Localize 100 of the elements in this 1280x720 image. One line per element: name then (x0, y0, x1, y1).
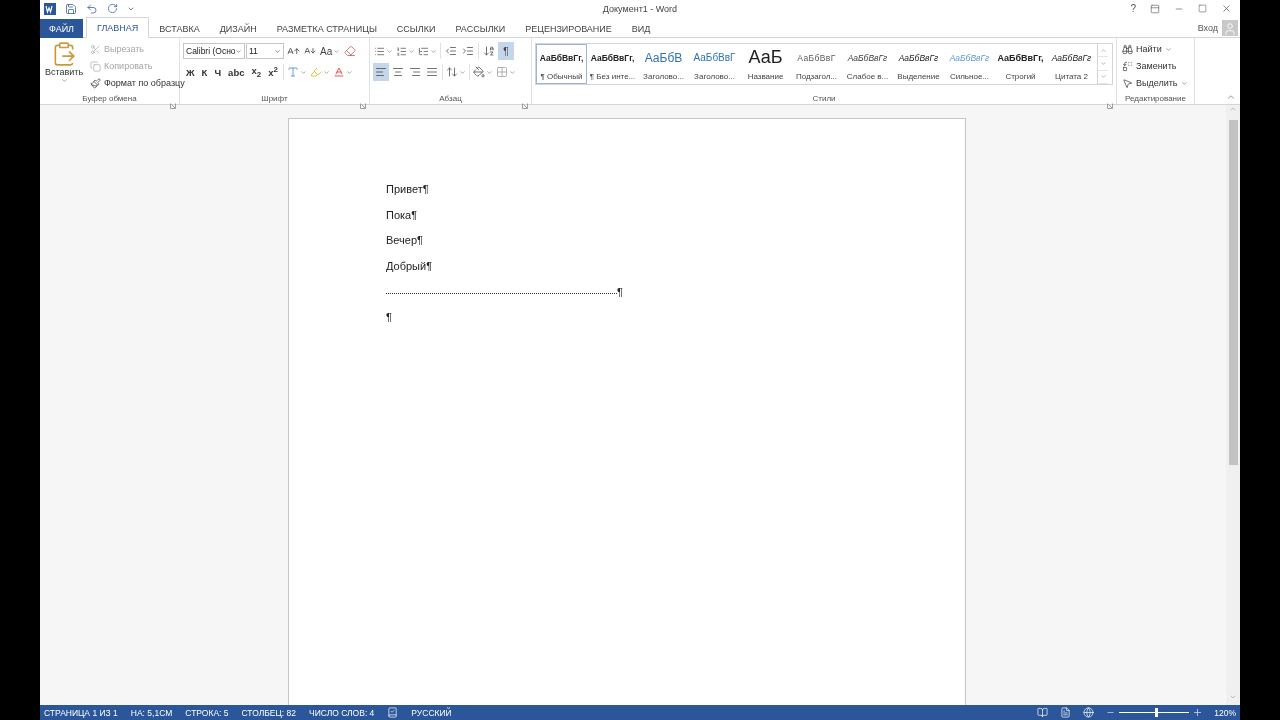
group-label: Абзац (439, 93, 462, 103)
status-text[interactable]: СТОЛБЕЦ: 82 (241, 707, 296, 718)
ribbon-tab[interactable]: ВСТАВКА (149, 19, 210, 38)
format-button[interactable]: К (198, 63, 211, 81)
file-tab[interactable]: ФАЙЛ (40, 19, 84, 38)
paste-button[interactable]: Вставить (43, 41, 85, 92)
sign-in-link[interactable]: Вход (1197, 22, 1218, 33)
format-button[interactable]: Ч (211, 63, 225, 81)
binoculars-icon (1122, 43, 1133, 55)
status-text[interactable]: НА: 5,1СМ (130, 707, 173, 718)
ribbon-tab[interactable]: ДИЗАЙН (209, 19, 267, 38)
show-marks-button[interactable]: ¶ (498, 42, 514, 60)
text-effects-icon (286, 66, 299, 78)
print-layout-icon[interactable] (1060, 707, 1072, 718)
format-button[interactable]: abc (225, 63, 248, 81)
caret-icon (486, 68, 493, 76)
dialog-launcher-icon[interactable] (360, 103, 366, 109)
group-label: Стили (812, 93, 836, 103)
language-text[interactable]: РУССКИЙ (411, 707, 452, 718)
caret-icon (322, 68, 330, 76)
caret-icon (1164, 45, 1172, 53)
proofing-icon[interactable] (387, 707, 399, 718)
align-left-icon (375, 66, 387, 78)
collapse-ribbon-button[interactable] (1226, 92, 1236, 102)
read-mode-icon[interactable] (1037, 707, 1049, 718)
align-justify-icon (426, 66, 438, 78)
format-button[interactable]: x$^{2}$ (265, 63, 281, 81)
select-button[interactable]: Выделить (1120, 75, 1190, 91)
status-text[interactable]: СТРАНИЦА 1 ИЗ 1 (44, 707, 118, 718)
chevron-down-icon (1229, 693, 1237, 701)
caret-icon (299, 68, 307, 76)
zoom-level[interactable]: 120% (1214, 707, 1236, 718)
font-size-field[interactable]: 11 (246, 43, 284, 59)
eraser-icon (344, 45, 357, 57)
shrink-font-icon (304, 45, 316, 57)
more-icon (1099, 73, 1107, 81)
format-button[interactable]: x$_{2}$ (248, 63, 265, 81)
group-label: Шрифт (261, 93, 288, 103)
line-spacing-icon (446, 66, 458, 78)
chevron-up-icon (1099, 46, 1107, 54)
status-text[interactable]: СТРОКА: 5 (185, 707, 229, 718)
help-button[interactable]: ? (1130, 3, 1136, 14)
paragraph-text: ¶ (386, 310, 392, 325)
ribbon-tab[interactable]: ССЫЛКИ (386, 19, 446, 38)
paint-bucket-icon (473, 66, 485, 78)
chevron-down-icon (1099, 60, 1107, 67)
align-button[interactable] (373, 63, 389, 81)
find-button[interactable]: Найти (1120, 41, 1190, 57)
web-layout-icon[interactable] (1083, 707, 1095, 718)
restore-icon[interactable] (1198, 4, 1207, 13)
undo-icon[interactable] (86, 2, 98, 15)
scrollbar-thumb[interactable] (1228, 120, 1238, 465)
caret-icon (345, 68, 353, 76)
group-label: Буфер обмена (82, 93, 137, 103)
ribbon-tab[interactable]: РЕЦЕНЗИРОВАНИЕ (515, 19, 622, 38)
caret-icon (235, 47, 242, 55)
caret-icon (274, 47, 281, 55)
replace-icon (1122, 60, 1133, 72)
multilevel-list-icon (418, 45, 429, 57)
status-text[interactable]: ЧИСЛО СЛОВ: 4 (309, 707, 375, 718)
ribbon-tab[interactable]: ГЛАВНАЯ (86, 17, 150, 38)
caret-icon (430, 47, 437, 55)
caret-icon (333, 47, 341, 55)
paragraph-text: Вечер¶ (386, 233, 423, 248)
ribbon-tab[interactable]: РАССЫЛКИ (445, 19, 516, 38)
ribbon-display-icon[interactable] (1150, 3, 1160, 14)
caret-icon (459, 68, 466, 76)
zoom-slider-thumb[interactable] (1155, 708, 1159, 717)
avatar-icon[interactable] (1222, 19, 1238, 36)
caret-icon (1180, 79, 1188, 87)
outdent-icon (445, 45, 457, 57)
change-case-button[interactable]: Aa (319, 42, 342, 60)
font-name-field[interactable]: Calibri (Осно (183, 43, 245, 59)
redo-icon[interactable] (107, 3, 118, 14)
borders-icon (496, 66, 508, 78)
dialog-launcher-icon[interactable] (1107, 103, 1113, 109)
bullet-list-icon (374, 45, 385, 57)
replace-button[interactable]: Заменить (1120, 58, 1190, 74)
ribbon-tab[interactable]: РАЗМЕТКА СТРАНИЦЫ (266, 19, 387, 38)
paragraph-text: Добрый¶ (386, 259, 433, 274)
caret-icon (408, 47, 415, 55)
style-item[interactable]: АаБбВвГг, ¶ Обычный (536, 44, 587, 84)
shading-button[interactable] (472, 63, 494, 81)
dialog-launcher-icon[interactable] (522, 103, 528, 109)
save-icon[interactable] (65, 2, 77, 15)
ribbon-tab[interactable]: ВИД (621, 19, 661, 38)
font-color-icon (332, 66, 345, 78)
paragraph-text: ¶ (617, 284, 623, 299)
paintbrush-icon (90, 77, 101, 89)
dialog-launcher-icon[interactable] (170, 103, 176, 109)
paragraph-text: Привет¶ (386, 182, 429, 196)
window-title: Документ1 - Word (602, 3, 678, 14)
indent-icon (462, 45, 474, 57)
scissors-icon (90, 43, 101, 55)
align-center-icon (392, 66, 404, 78)
caret-icon (60, 77, 68, 84)
close-icon[interactable] (1221, 3, 1232, 14)
pointer-icon (1122, 77, 1133, 89)
align-right-icon (409, 66, 421, 78)
sort-icon (483, 45, 495, 57)
